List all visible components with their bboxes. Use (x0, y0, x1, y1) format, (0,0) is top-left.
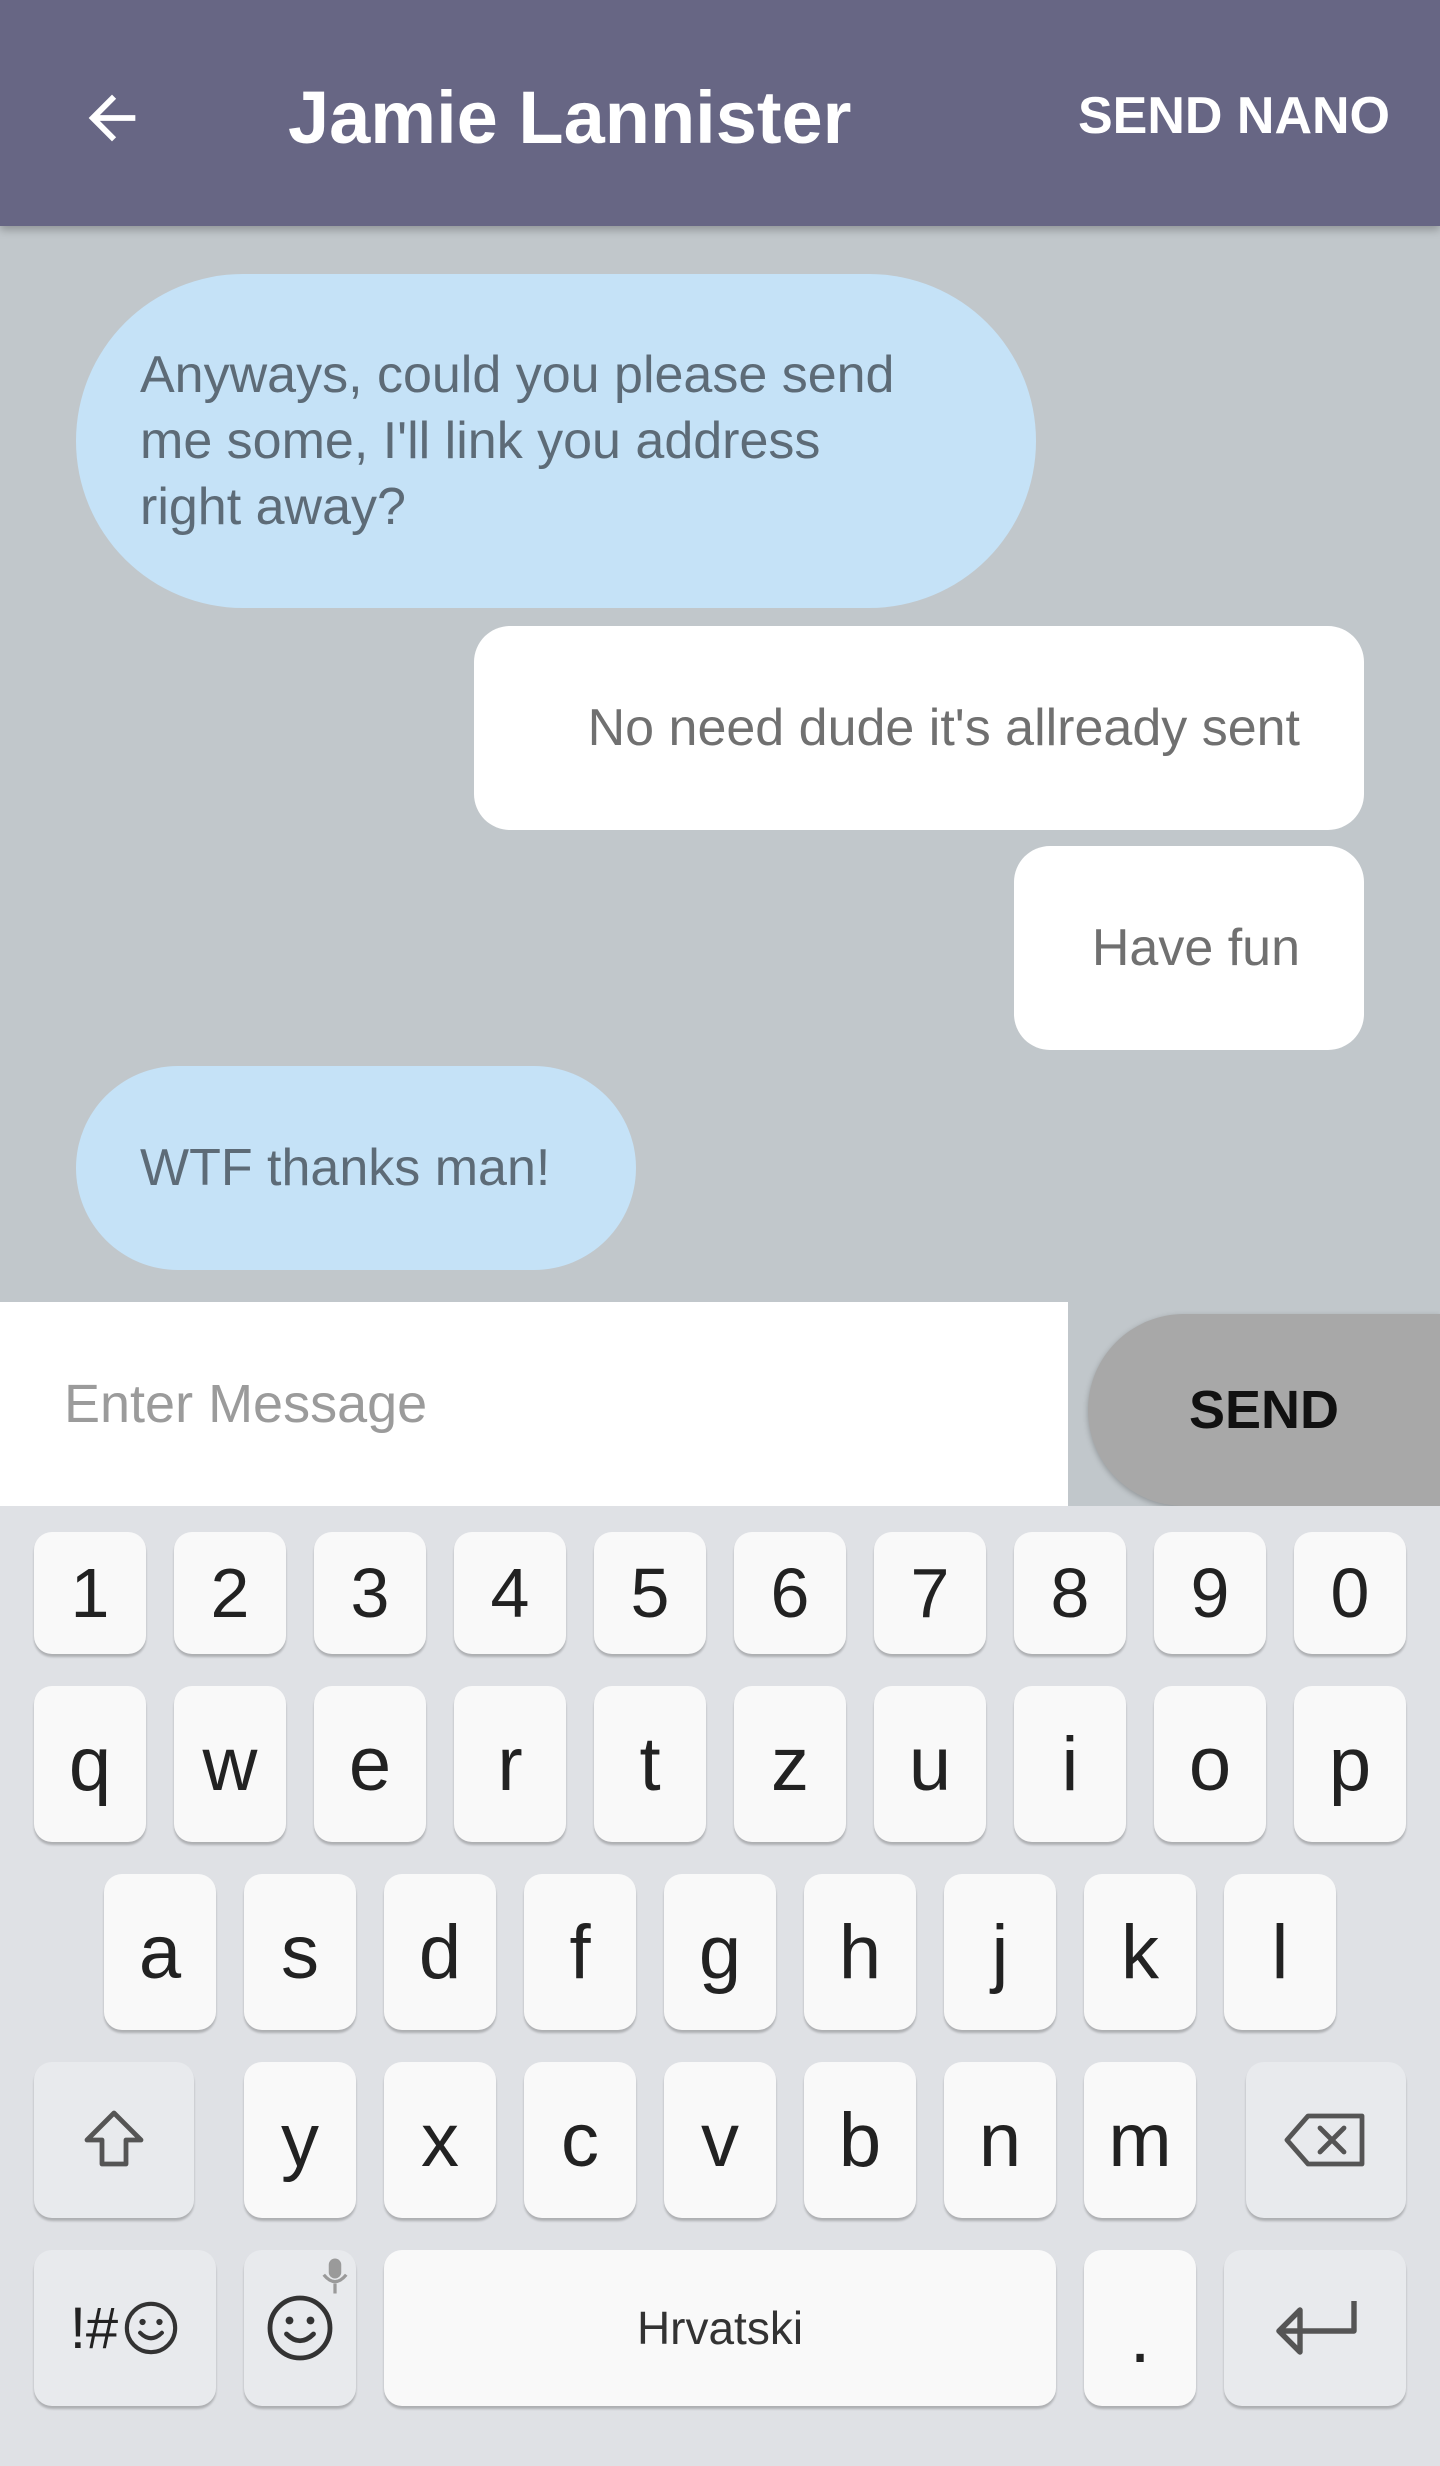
key-s[interactable]: s (244, 1874, 356, 2030)
message-line: Have fun (1091, 919, 1300, 977)
key-e[interactable]: e (314, 1686, 426, 1842)
arrow-left-icon (88, 94, 136, 142)
key-d[interactable]: d (384, 1874, 496, 2030)
message-line: WTF thanks man! (140, 1139, 551, 1197)
key-8[interactable]: 8 (1014, 1532, 1126, 1654)
key-j[interactable]: j (944, 1874, 1056, 2030)
key-k[interactable]: k (1084, 1874, 1196, 2030)
key-p[interactable]: p (1294, 1686, 1406, 1842)
backspace-key[interactable] (1246, 2062, 1406, 2218)
message-line: No need dude it's allready sent (587, 699, 1300, 757)
key-4[interactable]: 4 (454, 1532, 566, 1654)
message-bubble-incoming: WTF thanks man! (76, 1066, 636, 1270)
enter-key[interactable] (1224, 2250, 1406, 2406)
message-bubble-outgoing: Have fun (1014, 846, 1364, 1050)
message-bubble-incoming: Anyways, could you please send me some, … (76, 274, 1036, 608)
shift-icon (84, 2110, 144, 2167)
key-i[interactable]: i (1014, 1686, 1126, 1842)
key-w[interactable]: w (174, 1686, 286, 1842)
key-n[interactable]: n (944, 2062, 1056, 2218)
emoji-key[interactable] (244, 2250, 356, 2406)
key-3[interactable]: 3 (314, 1532, 426, 1654)
key-b[interactable]: b (804, 2062, 916, 2218)
mic-icon (322, 2258, 348, 2294)
period-label: . (1129, 2294, 1151, 2379)
key-9[interactable]: 9 (1154, 1532, 1266, 1654)
key-o[interactable]: o (1154, 1686, 1266, 1842)
key-y[interactable]: y (244, 2062, 356, 2218)
key-7[interactable]: 7 (874, 1532, 986, 1654)
key-g[interactable]: g (664, 1874, 776, 2030)
message-input[interactable] (0, 1302, 1068, 1506)
message-line: me some, I'll link you address (140, 412, 821, 470)
key-6[interactable]: 6 (734, 1532, 846, 1654)
key-m[interactable]: m (1084, 2062, 1196, 2218)
back-button[interactable] (60, 66, 164, 170)
key-x[interactable]: x (384, 2062, 496, 2218)
key-h[interactable]: h (804, 1874, 916, 2030)
symbols-label: !# (69, 2295, 119, 2361)
backspace-icon (1284, 2113, 1365, 2167)
message-line: Anyways, could you please send (140, 346, 895, 404)
key-v[interactable]: v (664, 2062, 776, 2218)
key-l[interactable]: l (1224, 1874, 1336, 2030)
conversation-title: Jamie Lannister (288, 76, 852, 159)
enter-icon (1276, 2301, 1357, 2355)
send-button[interactable]: SEND (1088, 1314, 1440, 1506)
message-composer (0, 1302, 1068, 1506)
key-2[interactable]: 2 (174, 1532, 286, 1654)
message-bubble-outgoing: No need dude it's allready sent (474, 626, 1364, 830)
key-5[interactable]: 5 (594, 1532, 706, 1654)
key-c[interactable]: c (524, 2062, 636, 2218)
message-line: right away? (140, 478, 406, 536)
emoji-icon (124, 2301, 178, 2355)
space-key[interactable]: Hrvatski (384, 2250, 1056, 2406)
emoji-icon (267, 2295, 333, 2361)
key-q[interactable]: q (34, 1686, 146, 1842)
key-f[interactable]: f (524, 1874, 636, 2030)
key-r[interactable]: r (454, 1686, 566, 1842)
app-bar: Jamie Lannister SEND NANO (0, 0, 1440, 226)
key-t[interactable]: t (594, 1686, 706, 1842)
key-z[interactable]: z (734, 1686, 846, 1842)
send-nano-button[interactable]: SEND NANO (1078, 80, 1390, 152)
key-u[interactable]: u (874, 1686, 986, 1842)
key-a[interactable]: a (104, 1874, 216, 2030)
on-screen-keyboard: 1 2 3 4 5 6 7 8 9 0 q w e r t z u i o p … (0, 1506, 1440, 2466)
key-0[interactable]: 0 (1294, 1532, 1406, 1654)
shift-key[interactable] (34, 2062, 194, 2218)
period-key[interactable]: . (1084, 2250, 1196, 2406)
message-list[interactable]: Anyways, could you please send me some, … (0, 226, 1440, 1302)
symbols-key[interactable]: !# (34, 2250, 216, 2406)
key-1[interactable]: 1 (34, 1532, 146, 1654)
